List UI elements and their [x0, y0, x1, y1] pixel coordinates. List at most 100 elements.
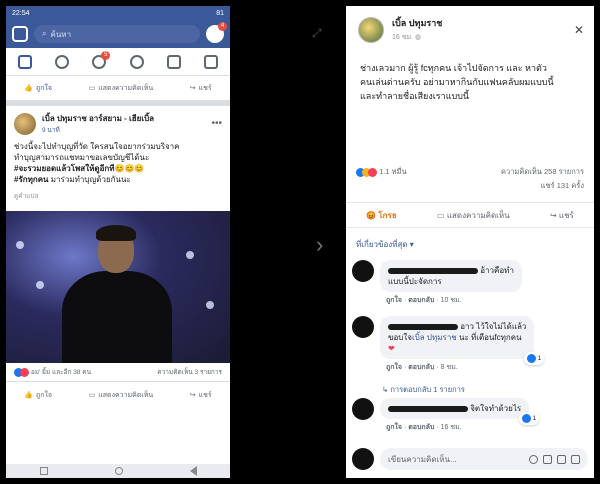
expand-icon[interactable]: ⤢	[312, 26, 322, 41]
love-reaction-icon	[20, 367, 29, 377]
avatar[interactable]	[352, 316, 374, 338]
feed-post: เบิ้ล ปทุมราช อาร์สยาม - เฮียเบิ้ล 9 นาท…	[6, 106, 230, 207]
comment-like-badge[interactable]: 1	[518, 412, 540, 425]
like-label: ถูกใจ	[36, 391, 53, 399]
comment-meta: ถูกใจ · ตอบกลับ · 10 ชม.	[386, 297, 462, 304]
post-time-row[interactable]: 16 ชม. ◍	[392, 32, 442, 43]
comment-button[interactable]: ▭ แสดงความคิดเห็น	[89, 83, 154, 94]
chevron-right-icon[interactable]: ›	[316, 232, 323, 258]
reaction-summary[interactable]: อม' ยิ้ม และอีก 38 คน ความคิดเห็น 3 รายก…	[6, 363, 230, 382]
post-text-line: ช่วงนี้จะไปทำบุญที่วัด ใครสนใจอยากร่วมบร…	[14, 142, 180, 151]
post-photo[interactable]	[6, 211, 230, 363]
back-icon[interactable]	[189, 466, 197, 476]
groups-badge: 5	[101, 50, 111, 60]
post-time[interactable]: 9 นาที	[42, 125, 154, 135]
comment-like-link[interactable]: ถูกใจ	[386, 424, 402, 431]
comment-button[interactable]: ▭ แสดงความคิดเห็น	[89, 390, 154, 401]
bokeh-light	[206, 301, 214, 309]
comment-reply-link[interactable]: ตอบกลับ	[408, 424, 434, 431]
share-label: แชร์	[558, 210, 574, 220]
recent-apps-icon[interactable]	[39, 467, 48, 475]
post-text-line: มาร่วมทำบุญด้วยกันนะ	[50, 175, 131, 184]
hashtag[interactable]: #รักทุกคน	[14, 175, 49, 184]
sticker-icon[interactable]	[571, 454, 580, 464]
comment-reply-link[interactable]: ตอบกลับ	[408, 297, 434, 304]
comment-icon: ▭	[88, 392, 96, 399]
like-reaction-icon	[521, 414, 531, 423]
share-count[interactable]: แชร์ 131 ครั้ง	[541, 180, 584, 192]
reaction-text: อม' ยิ้ม และอีก 38 คน	[30, 369, 92, 376]
redacted-name	[388, 323, 458, 330]
avatar[interactable]	[14, 112, 36, 135]
hashtag[interactable]: #จะรวมยอดแล้วโพสให้ดูอีกที	[14, 164, 114, 173]
view-replies-link[interactable]: ↳ การตอบกลับ 1 รายการ	[382, 384, 465, 396]
comment-text: จิตใจทำด้วยไร	[470, 404, 522, 413]
comment-icon: ▭	[88, 85, 96, 92]
share-button[interactable]: ↪ แชร์	[550, 209, 574, 222]
comment-count[interactable]: ความคิดเห็น 3 รายการ	[157, 367, 222, 377]
post-text: ช่วงนี้จะไปทำบุญที่วัด ใครสนใจอยากร่วมบร…	[14, 141, 222, 185]
comment-reply-link[interactable]: ตอบกลับ	[408, 364, 434, 371]
comment-time[interactable]: 8 ชม.	[441, 364, 458, 371]
home-icon[interactable]	[114, 467, 123, 475]
comment-time[interactable]: 10 ชม.	[441, 297, 462, 304]
post-text-line: ช่างเลวมาก ผู้รู้ fcทุกคน เจ้าไปจัดการ แ…	[360, 63, 547, 73]
post-time: 16 ชม.	[392, 34, 414, 41]
close-icon[interactable]: ✕	[574, 23, 584, 37]
comment-time[interactable]: 16 ชม.	[441, 424, 462, 431]
post-author[interactable]: เบิ้ล ปทุมราช	[392, 16, 442, 30]
share-button[interactable]: ↪ แชร์	[190, 390, 212, 401]
comment-bubble: จิตใจทำด้วยไร 1	[380, 398, 540, 425]
more-options-icon[interactable]: •••	[211, 118, 222, 129]
notifications-icon[interactable]	[166, 54, 181, 69]
profile-icon[interactable]	[129, 54, 144, 69]
avatar[interactable]	[358, 16, 384, 43]
friends-icon[interactable]	[54, 54, 69, 69]
comment-item: จิตใจทำด้วยไร 1 ถูกใจ · ตอบกลับ · 16 ชม.	[352, 398, 588, 433]
thumbs-up-icon: 👍	[24, 392, 34, 399]
like-button[interactable]: 👍 ถูกใจ	[24, 390, 52, 401]
post-author[interactable]: เบิ้ล ปทุมราช อาร์สยาม - เฮียเบิ้ล	[42, 112, 154, 125]
search-icon: ⌕	[42, 29, 47, 38]
search-input[interactable]: ⌕ ค้นหา	[34, 25, 200, 43]
camera-icon[interactable]	[543, 454, 552, 464]
mobile-feed-panel: 22:54 81 ⌕ ค้นหา 4 5 👍 ถูกใจ ▭ แสดงความคิด…	[6, 6, 230, 478]
share-icon: ↪	[189, 85, 196, 92]
like-button[interactable]: 👍 ถูกใจ	[24, 83, 52, 94]
like-label: ถูกใจ	[36, 84, 53, 92]
comment-label: แสดงความคิดเห็น	[98, 84, 154, 92]
mention-link[interactable]: เบิ้ล ปทุมราช	[412, 333, 457, 342]
menu-icon[interactable]	[204, 54, 219, 69]
love-reaction-icon	[368, 167, 377, 177]
avatar[interactable]	[352, 398, 374, 420]
comment-like-link[interactable]: ถูกใจ	[386, 364, 402, 371]
person-hair	[96, 225, 136, 241]
react-button[interactable]: 😡 โกรธ	[366, 209, 397, 222]
comment-label: แสดงความคิดเห็น	[446, 210, 510, 220]
comment-meta: ถูกใจ · ตอบกลับ · 8 ชม.	[386, 364, 458, 371]
comment-sort-dropdown[interactable]: ที่เกี่ยวข้องที่สุด ▾	[356, 238, 414, 251]
reaction-count-button[interactable]: 1.1 หมื่น	[356, 166, 407, 178]
person-body	[62, 271, 172, 363]
share-button[interactable]: ↪ แชร์	[190, 83, 212, 94]
gif-icon[interactable]	[557, 454, 566, 464]
comment-count[interactable]: ความคิดเห็น 258 รายการ	[501, 166, 584, 178]
groups-icon[interactable]: 5	[92, 50, 111, 69]
messenger-icon[interactable]: 4	[206, 22, 227, 43]
emoji-icon[interactable]	[529, 454, 538, 464]
globe-icon: ◍	[415, 34, 422, 41]
news-feed-icon[interactable]	[17, 54, 32, 69]
comment-like-link[interactable]: ถูกใจ	[386, 297, 402, 304]
redacted-name	[388, 405, 468, 412]
comment-like-badge[interactable]: 1	[523, 352, 545, 365]
comment-meta: ถูกใจ · ตอบกลับ · 16 ชม.	[386, 424, 462, 431]
battery-indicator: 81	[216, 9, 224, 17]
avatar[interactable]	[352, 260, 374, 282]
see-translation-link[interactable]: ดูคำแปล	[14, 191, 222, 201]
comment-input[interactable]: เขียนความคิดเห็น...	[380, 448, 588, 470]
share-icon: ↪	[189, 392, 196, 399]
search-placeholder: ค้นหา	[50, 29, 72, 39]
camera-icon[interactable]	[12, 26, 28, 42]
comment-button[interactable]: ▭ แสดงความคิดเห็น	[437, 209, 510, 222]
post-text-line: ทำบุญสามารถแชทมาขอเลขบัญชีได้นะ	[14, 153, 150, 162]
